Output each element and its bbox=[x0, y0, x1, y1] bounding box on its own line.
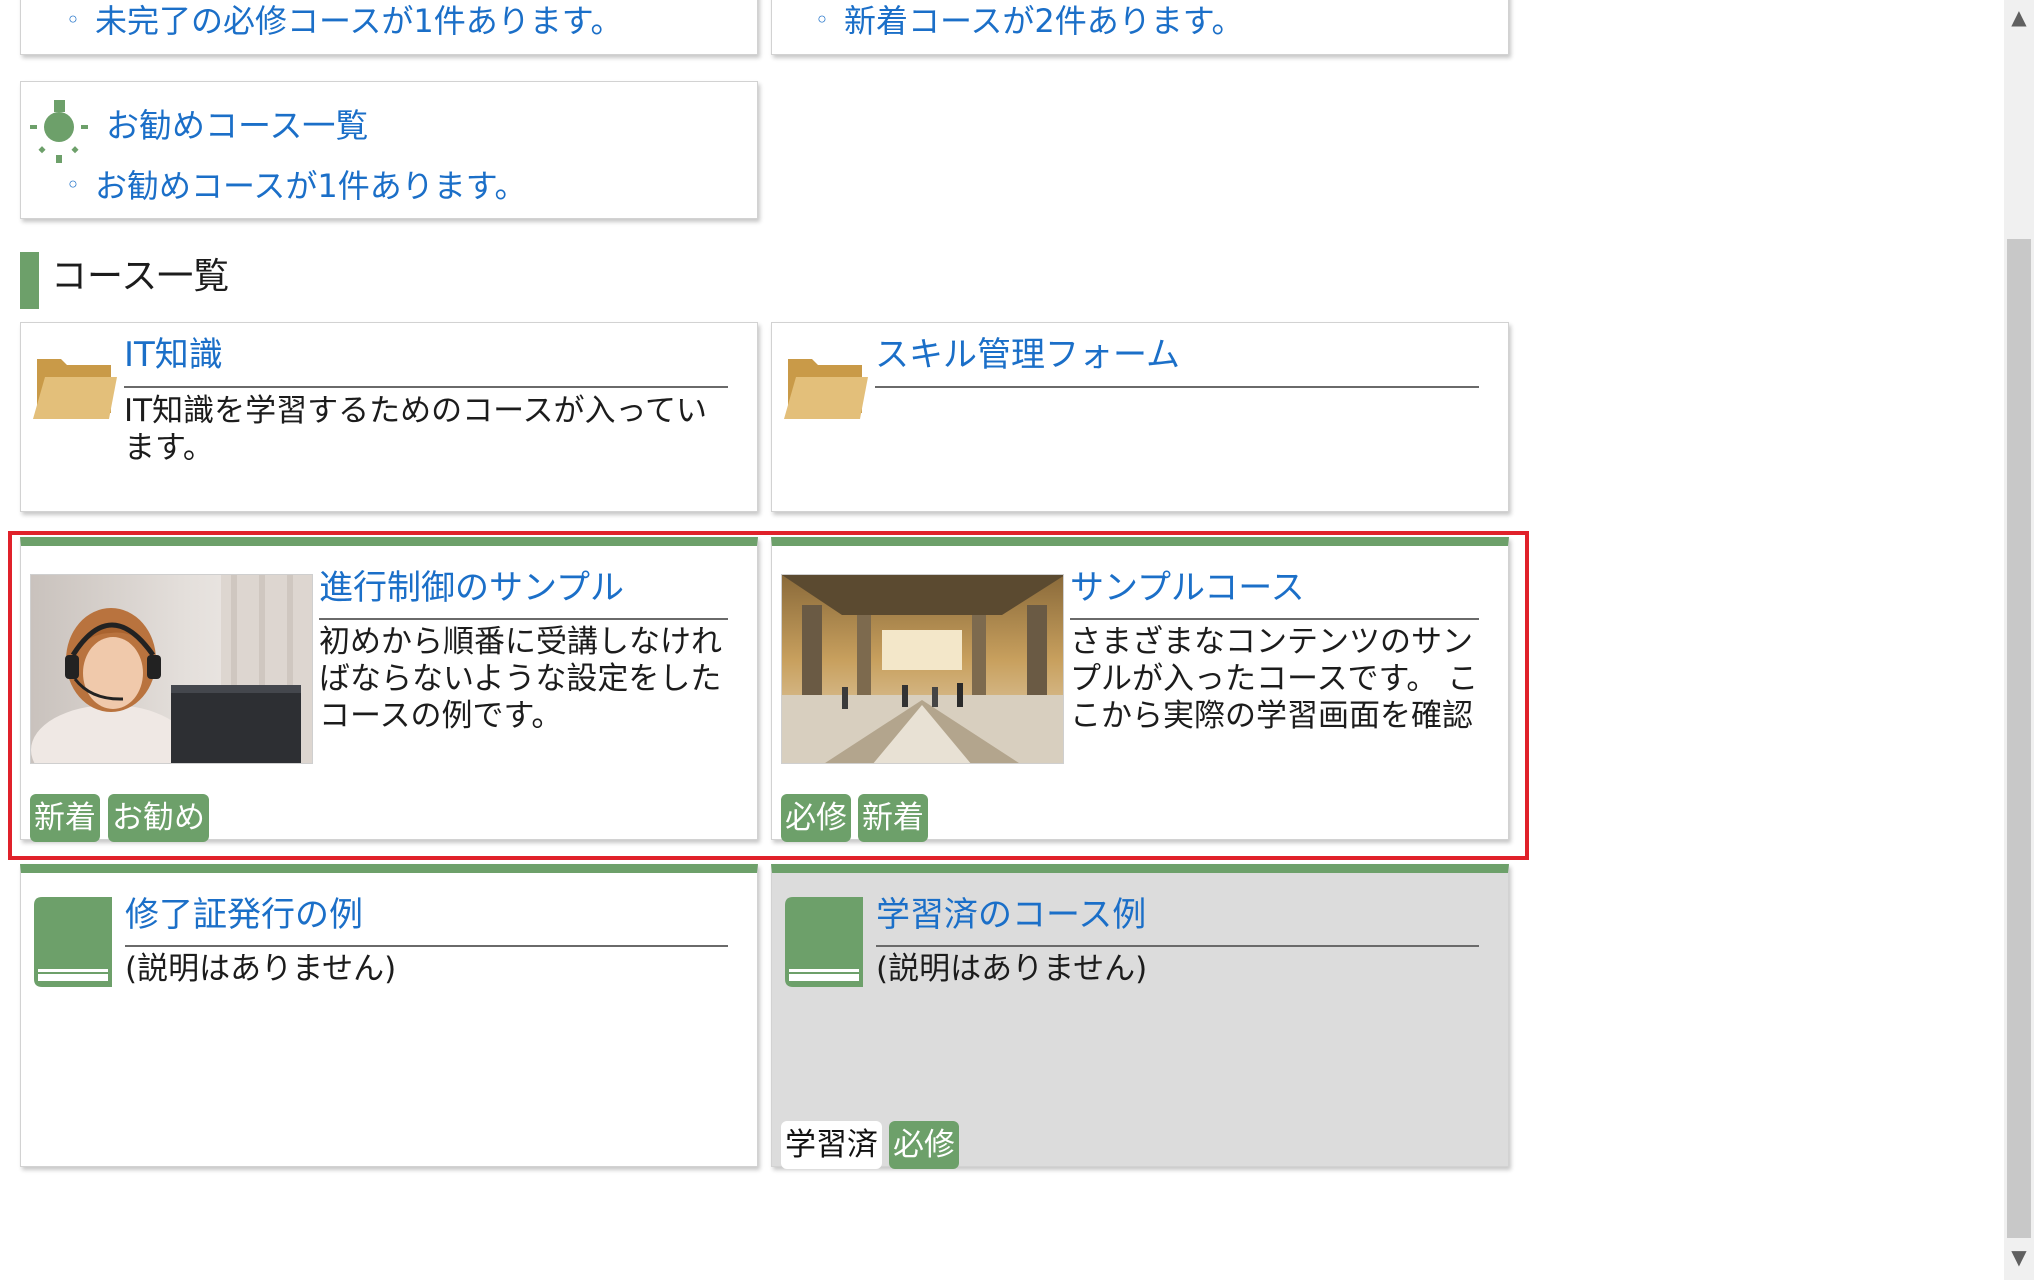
course-card-completed[interactable]: 学習済のコース例 (説明はありません) 学習済 必修 bbox=[771, 864, 1509, 1169]
course-title-link[interactable]: サンプルコース bbox=[1070, 566, 1305, 610]
folder-icon bbox=[33, 359, 117, 419]
bullet-icon: ◦ bbox=[65, 171, 81, 199]
course-description: さまざまなコンテンツのサンプルが入ったコースです。 ここから実際の学習画面を確認 bbox=[1070, 624, 1479, 734]
bullet-icon: ◦ bbox=[814, 6, 830, 34]
course-description: 初めから順番に受講しなければならないような設定をしたコースの例です。 bbox=[319, 624, 722, 734]
vertical-scrollbar[interactable]: ▲ ▼ bbox=[2004, 0, 2034, 1280]
tag-recommended: お勧め bbox=[108, 794, 209, 842]
station-hall-photo bbox=[782, 575, 1063, 763]
tag-required: 必修 bbox=[781, 794, 851, 842]
recommended-card: お勧めコース一覧 ◦ お勧めコースが1件あります。 bbox=[20, 81, 758, 219]
bullet-icon: ◦ bbox=[65, 6, 81, 34]
course-description: (説明はありません) bbox=[876, 951, 1148, 987]
notice-card-new: ◦ 新着コースが2件あります。 bbox=[771, 0, 1509, 55]
title-divider bbox=[125, 945, 728, 947]
folder-title-link[interactable]: スキル管理フォーム bbox=[875, 333, 1180, 377]
section-accent-bar bbox=[20, 252, 39, 309]
course-title-link[interactable]: 修了証発行の例 bbox=[125, 893, 363, 937]
book-icon bbox=[34, 897, 112, 987]
tag-new: 新着 bbox=[30, 794, 100, 842]
woman-headset-photo bbox=[31, 575, 312, 763]
tag-new: 新着 bbox=[858, 794, 928, 842]
course-description: (説明はありません) bbox=[125, 951, 397, 987]
title-divider bbox=[319, 618, 728, 620]
title-divider bbox=[1070, 618, 1479, 620]
required-notice-link[interactable]: ◦ 未完了の必修コースが1件あります。 bbox=[51, 1, 623, 43]
course-title-link[interactable]: 学習済のコース例 bbox=[876, 893, 1146, 937]
book-icon bbox=[785, 897, 863, 987]
course-card-progress-control[interactable]: 進行制御のサンプル 初めから順番に受講しなければならないような設定をしたコースの… bbox=[20, 537, 758, 842]
folder-description: IT知識を学習するためのコースが入っています。 bbox=[124, 393, 707, 466]
folder-card-it[interactable]: IT知識 IT知識を学習するためのコースが入っています。 bbox=[20, 322, 758, 512]
course-title-link[interactable]: 進行制御のサンプル bbox=[319, 566, 624, 610]
course-thumbnail bbox=[30, 574, 313, 764]
title-divider bbox=[124, 386, 728, 388]
recommended-notice-link[interactable]: ◦ お勧めコースが1件あります。 bbox=[51, 166, 527, 208]
new-courses-notice-link[interactable]: ◦ 新着コースが2件あります。 bbox=[800, 1, 1244, 43]
course-card-certificate[interactable]: 修了証発行の例 (説明はありません) bbox=[20, 864, 758, 1167]
tag-completed: 学習済 bbox=[781, 1121, 882, 1169]
folder-icon bbox=[784, 359, 868, 419]
folder-title-link[interactable]: IT知識 bbox=[124, 333, 223, 377]
course-thumbnail bbox=[781, 574, 1064, 764]
scroll-down-icon[interactable]: ▼ bbox=[2004, 1240, 2034, 1274]
title-divider bbox=[876, 945, 1479, 947]
folder-card-skill[interactable]: スキル管理フォーム bbox=[771, 322, 1509, 512]
course-card-sample[interactable]: サンプルコース さまざまなコンテンツのサンプルが入ったコースです。 ここから実際… bbox=[771, 537, 1509, 842]
section-title: コース一覧 bbox=[51, 256, 230, 297]
recommended-title-link[interactable]: お勧めコース一覧 bbox=[106, 104, 368, 148]
scroll-thumb[interactable] bbox=[2007, 239, 2031, 1238]
lightbulb-icon bbox=[30, 100, 88, 163]
title-divider bbox=[875, 386, 1479, 388]
tag-required: 必修 bbox=[889, 1121, 959, 1169]
scroll-up-icon[interactable]: ▲ bbox=[2004, 0, 2034, 34]
notice-card-required: ◦ 未完了の必修コースが1件あります。 bbox=[20, 0, 758, 55]
